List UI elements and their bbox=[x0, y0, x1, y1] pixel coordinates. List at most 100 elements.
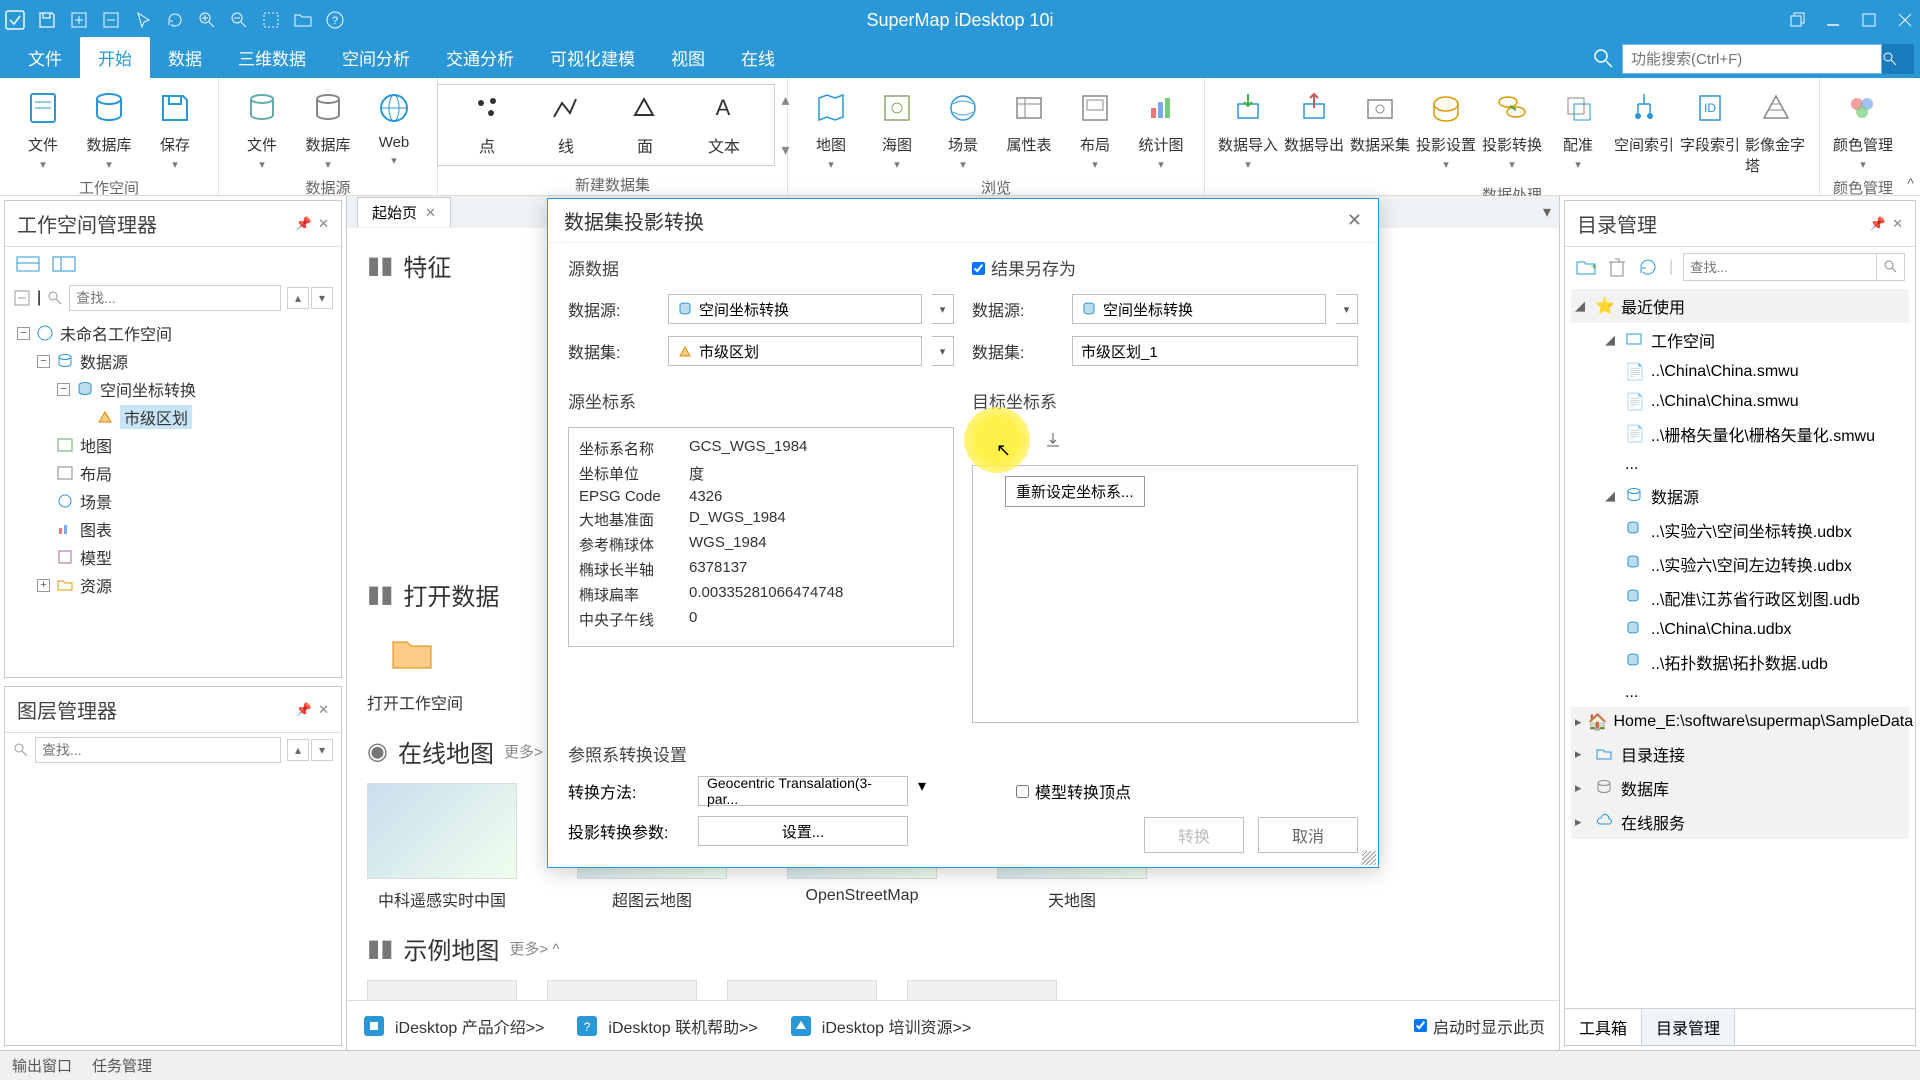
recent-file[interactable]: 📄..\China\China.smwu bbox=[1571, 357, 1909, 387]
minimize-icon[interactable] bbox=[1822, 9, 1844, 31]
proj-trans[interactable]: 投影转换▾ bbox=[1481, 84, 1543, 169]
node-expand-icon[interactable]: ▸ bbox=[1575, 714, 1582, 730]
ds-web-button[interactable]: Web▾ bbox=[363, 84, 425, 165]
menu-data[interactable]: 数据 bbox=[150, 37, 220, 78]
doc-tab-start[interactable]: 起始页✕ bbox=[357, 197, 451, 227]
window-restore-icon[interactable] bbox=[1786, 9, 1808, 31]
src-datasource-combo[interactable]: 空间坐标转换 bbox=[668, 294, 922, 324]
browse-scene[interactable]: 场景▾ bbox=[932, 84, 994, 169]
save-result-checkbox[interactable]: 结果另存为 bbox=[972, 255, 1358, 280]
menu-3d[interactable]: 三维数据 bbox=[220, 37, 324, 78]
browse-map[interactable]: 地图▾ bbox=[800, 84, 862, 169]
search-button[interactable] bbox=[1882, 44, 1914, 74]
node-expand-icon[interactable]: ▸ bbox=[1575, 746, 1589, 762]
cat-refresh-icon[interactable] bbox=[1637, 256, 1659, 278]
resize-grip-icon[interactable] bbox=[1362, 851, 1376, 865]
method-combo[interactable]: Geocentric Transalation(3-par... bbox=[698, 776, 908, 806]
tree-expand-icon[interactable]: + bbox=[37, 579, 50, 592]
open-workspace-item[interactable]: 打开工作空间 bbox=[367, 626, 463, 714]
menu-start[interactable]: 开始 bbox=[80, 37, 150, 78]
extent-icon[interactable] bbox=[260, 9, 282, 31]
tree-collapse-icon[interactable]: − bbox=[37, 355, 50, 368]
node-expand-icon[interactable]: ▸ bbox=[1575, 780, 1589, 796]
pin-icon[interactable]: 📌 bbox=[296, 702, 312, 718]
node-expand-icon[interactable]: ▸ bbox=[1575, 814, 1589, 830]
dropdown-icon[interactable]: ▾ bbox=[918, 776, 926, 806]
tree-collapse-icon[interactable]: − bbox=[57, 383, 70, 396]
link-training[interactable]: iDesktop 培训资源>> bbox=[788, 1013, 971, 1039]
collapse-all-icon[interactable] bbox=[13, 289, 31, 307]
ds-db-button[interactable]: 数据库▾ bbox=[297, 84, 359, 169]
status-output[interactable]: 输出窗口 bbox=[12, 1055, 72, 1076]
recent-ds-more[interactable]: ... bbox=[1571, 679, 1909, 707]
browse-layout[interactable]: 布局▾ bbox=[1064, 84, 1126, 169]
data-import[interactable]: 数据导入▾ bbox=[1217, 84, 1279, 169]
cursor-icon[interactable] bbox=[132, 9, 154, 31]
dialog-close-icon[interactable]: ✕ bbox=[1347, 210, 1362, 231]
panel-close-icon[interactable]: ✕ bbox=[1892, 216, 1903, 232]
refresh-icon[interactable] bbox=[164, 9, 186, 31]
tree-collapse-icon[interactable]: − bbox=[17, 327, 30, 340]
folder-icon[interactable] bbox=[292, 9, 314, 31]
color-mgr[interactable]: 颜色管理▾ bbox=[1832, 84, 1894, 169]
model-vertex-checkbox[interactable]: 模型转换顶点 bbox=[1016, 779, 1131, 803]
recent-file-more[interactable]: ... bbox=[1571, 451, 1909, 479]
show-on-startup-checkbox[interactable] bbox=[1414, 1019, 1427, 1032]
data-collect[interactable]: 数据采集 bbox=[1349, 84, 1411, 155]
cancel-button[interactable]: 取消 bbox=[1258, 817, 1358, 853]
layer-prev-icon[interactable]: ▴ bbox=[287, 739, 309, 761]
tgt-dataset-input[interactable] bbox=[1072, 336, 1358, 366]
newds-point[interactable]: 点 bbox=[471, 93, 503, 157]
menu-file[interactable]: 文件 bbox=[10, 37, 80, 78]
crs-export-icon[interactable] bbox=[1040, 427, 1066, 453]
menu-online[interactable]: 在线 bbox=[723, 37, 793, 78]
status-tasks[interactable]: 任务管理 bbox=[92, 1055, 152, 1076]
newds-line[interactable]: 线 bbox=[550, 93, 582, 157]
settings-button[interactable]: 设置... bbox=[698, 816, 908, 846]
recent-ds[interactable]: ..\配准\江苏省行政区划图.udb bbox=[1571, 581, 1909, 615]
ws-view2-icon[interactable] bbox=[51, 253, 77, 275]
pin-icon[interactable]: 📌 bbox=[1870, 216, 1886, 232]
src-dataset-combo[interactable]: 市级区划 bbox=[668, 336, 922, 366]
dropdown-icon[interactable]: ▾ bbox=[932, 336, 954, 366]
pyramid[interactable]: 影像金字塔 bbox=[1745, 84, 1807, 176]
ws-db-button[interactable]: 数据库▾ bbox=[78, 84, 140, 169]
ws-prev-icon[interactable]: ▴ bbox=[287, 287, 309, 309]
help-icon[interactable]: ? bbox=[324, 9, 346, 31]
data-export[interactable]: 数据导出 bbox=[1283, 84, 1345, 155]
ws-search-input[interactable] bbox=[69, 285, 281, 311]
ws-save-button[interactable]: 保存▾ bbox=[144, 84, 206, 169]
register[interactable]: 配准▾ bbox=[1547, 84, 1609, 169]
node-collapse-icon[interactable]: ◢ bbox=[1605, 332, 1619, 348]
save-icon[interactable] bbox=[36, 9, 58, 31]
link-help[interactable]: ?iDesktop 联机帮助>> bbox=[574, 1013, 757, 1039]
newds-text[interactable]: A文本 bbox=[708, 93, 740, 157]
browse-chart[interactable]: 海图▾ bbox=[866, 84, 928, 169]
recent-ds[interactable]: ..\China\China.udbx bbox=[1571, 615, 1909, 645]
right-tab-toolbox[interactable]: 工具箱 bbox=[1565, 1009, 1642, 1045]
dropdown-icon[interactable]: ▾ bbox=[1336, 294, 1358, 324]
recent-file[interactable]: 📄..\China\China.smwu bbox=[1571, 387, 1909, 417]
link-intro[interactable]: iDesktop 产品介绍>> bbox=[361, 1013, 544, 1039]
tgt-datasource-combo[interactable]: 空间坐标转换 bbox=[1072, 294, 1326, 324]
catalog-search-input[interactable] bbox=[1683, 253, 1877, 281]
ws-view1-icon[interactable] bbox=[15, 253, 41, 275]
panel-close-icon[interactable]: ✕ bbox=[318, 702, 329, 718]
dropdown-icon[interactable]: ▾ bbox=[932, 294, 954, 324]
maximize-icon[interactable] bbox=[1858, 9, 1880, 31]
panel-close-icon[interactable]: ✕ bbox=[318, 216, 329, 232]
search-input[interactable] bbox=[1622, 44, 1882, 74]
menu-spatial[interactable]: 空间分析 bbox=[324, 37, 428, 78]
ws-next-icon[interactable]: ▾ bbox=[311, 287, 333, 309]
menu-visual[interactable]: 可视化建模 bbox=[532, 37, 653, 78]
doc-tab-close-icon[interactable]: ✕ bbox=[425, 205, 436, 221]
online-map-item[interactable]: 中科遥感实时中国 bbox=[367, 783, 517, 911]
catalog-search-button[interactable] bbox=[1877, 253, 1905, 281]
crs-import-icon[interactable] bbox=[1006, 427, 1032, 453]
ds-file-button[interactable]: 文件▾ bbox=[231, 84, 293, 169]
menu-traffic[interactable]: 交通分析 bbox=[428, 37, 532, 78]
cat-add-icon[interactable]: + bbox=[1575, 256, 1597, 278]
open-icon[interactable] bbox=[100, 9, 122, 31]
doc-tabs-dropdown[interactable]: ▾ bbox=[1543, 202, 1551, 222]
ws-file-button[interactable]: 文件▾ bbox=[12, 84, 74, 169]
